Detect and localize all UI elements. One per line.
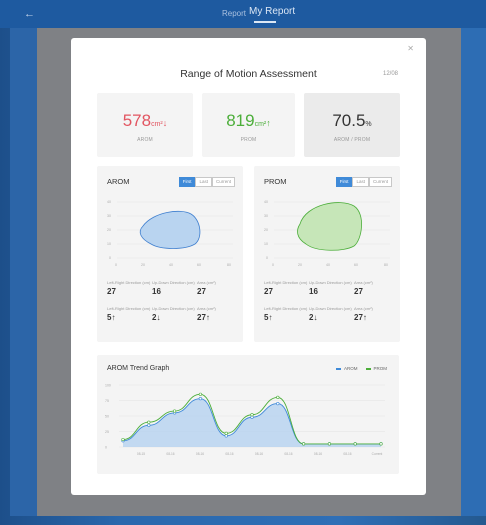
modal-title: Range of Motion Assessment — [180, 68, 317, 80]
prom-y-tick: 40 — [264, 200, 268, 204]
data-point-prom — [147, 420, 151, 424]
trend-legend: AROM PROM — [328, 366, 387, 371]
tab-my-report[interactable]: My Report — [249, 6, 295, 17]
data-point-prom — [302, 442, 306, 446]
prom-shape — [297, 202, 362, 251]
prom-x-tick: 40 — [326, 263, 330, 267]
x-tick-label: Current — [372, 452, 383, 456]
ratio-value: 70.5% — [332, 111, 372, 130]
stat-card-arom: 578cm²↓ AROM — [97, 93, 193, 157]
arom-label: AROM — [137, 137, 153, 143]
back-arrow-icon[interactable]: ← — [24, 8, 35, 20]
segment-first[interactable]: First — [335, 177, 353, 187]
data-point-prom — [327, 442, 331, 446]
y-tick-label: 75 — [105, 399, 109, 403]
arom-y-tick: 40 — [107, 200, 111, 204]
data-point-arom — [276, 402, 280, 406]
tab-active-indicator — [254, 21, 276, 23]
trend-chart: 100 75 50 25 0 08-15 08-16 08-16 08-16 08-16 08-16… — [105, 384, 385, 456]
stat-card-ratio: 70.5% AROM / PROM — [304, 93, 400, 157]
segment-last[interactable]: Last — [352, 177, 369, 187]
legend-prom: PROM — [365, 366, 387, 371]
arom-x-tick: 80 — [227, 263, 231, 267]
background-edge-right — [461, 28, 486, 516]
stat-card-prom: 819cm²↑ PROM — [202, 93, 295, 157]
ratio-label: AROM / PROM — [333, 137, 371, 143]
arom-x-tick: 40 — [169, 263, 173, 267]
arom-y-tick: 0 — [109, 256, 111, 260]
segment-current[interactable]: Current — [368, 177, 392, 187]
prom-metrics-row2: Left-Right Direction (cm) 5↑ Up-Down Dire… — [264, 306, 373, 322]
prom-y-tick: 10 — [264, 242, 268, 246]
prom-x-tick: 0 — [272, 263, 274, 267]
data-point-prom — [172, 409, 177, 413]
tab-report[interactable]: Report — [222, 9, 246, 18]
arom-panel-title: AROM — [107, 177, 130, 186]
data-point-prom — [121, 437, 125, 442]
legend-arom: AROM — [336, 366, 358, 371]
y-tick-label: 0 — [105, 446, 107, 450]
data-point-prom — [224, 431, 228, 435]
x-tick-label: 08-16 — [225, 452, 233, 456]
arom-segment-control: First Last Current — [178, 177, 235, 187]
close-icon[interactable]: ✕ — [407, 44, 414, 53]
prom-panel: PROM First Last Current 40 30 20 10 0 0 … — [254, 166, 400, 342]
prom-x-tick: 20 — [298, 263, 302, 267]
x-tick-label: 08-16 — [255, 452, 263, 456]
data-point-prom — [198, 392, 202, 396]
x-tick-label: 08-16 — [284, 452, 292, 456]
arom-area — [123, 398, 381, 447]
arom-shape-plot: 40 30 20 10 0 0 20 40 60 80 — [107, 200, 233, 267]
x-tick-label: 08-16 — [166, 452, 174, 456]
arom-x-tick: 60 — [197, 263, 201, 267]
prom-y-tick: 30 — [264, 214, 268, 218]
prom-label: PROM — [240, 137, 257, 143]
trend-title: AROM Trend Graph — [107, 365, 170, 372]
prom-x-tick: 80 — [384, 263, 388, 267]
y-tick-label: 50 — [105, 415, 109, 419]
data-point-prom — [250, 413, 254, 417]
report-modal: ✕ Range of Motion Assessment 12/08 578cm… — [71, 38, 426, 495]
prom-y-tick: 0 — [266, 256, 268, 260]
arom-x-tick: 0 — [115, 263, 117, 267]
x-tick-label: 08-15 — [137, 452, 145, 456]
x-tick-label: 08-16 — [314, 452, 322, 456]
report-date: 12/08 — [382, 71, 398, 77]
data-point-arom — [198, 397, 202, 401]
segment-first[interactable]: First — [178, 177, 196, 187]
prom-metrics-row1: Left-Right Direction (cm) 27 Up-Down Dire… — [264, 280, 373, 296]
arom-y-tick: 10 — [107, 242, 111, 246]
prom-y-tick: 20 — [264, 228, 268, 232]
x-tick-label: 08-16 — [343, 452, 351, 456]
data-point-prom — [276, 395, 280, 400]
prom-x-tick: 60 — [354, 263, 358, 267]
prom-panel-title: PROM — [264, 177, 287, 186]
arom-shape — [139, 210, 201, 249]
app-header: ← Report My Report — [0, 0, 486, 28]
trend-card: AROM Trend Graph AROM PROM 100 75 50 25 0 08-… — [97, 355, 399, 474]
arom-metrics-row2: Left-Right Direction (cm) 5↑ Up-Down Dire… — [107, 306, 216, 322]
segment-last[interactable]: Last — [195, 177, 212, 187]
arom-y-tick: 20 — [107, 228, 111, 232]
background-edge-left — [10, 28, 37, 516]
x-tick-label: 08-16 — [196, 452, 204, 456]
arom-x-tick: 20 — [141, 263, 145, 267]
arom-value: 578cm²↓ — [122, 111, 168, 130]
arom-metrics-row1: Left-Right Direction (cm) 27 Up-Down Dire… — [107, 280, 216, 296]
prom-segment-control: First Last Current — [335, 177, 392, 187]
data-point-arom — [147, 423, 151, 427]
y-tick-label: 25 — [105, 430, 109, 434]
prom-shape-plot: 40 30 20 10 0 0 20 40 60 80 — [264, 200, 390, 267]
arom-y-tick: 30 — [107, 214, 111, 218]
data-point-prom — [353, 442, 357, 446]
data-point-prom — [379, 442, 383, 446]
segment-current[interactable]: Current — [211, 177, 235, 187]
prom-value: 819cm²↑ — [226, 111, 271, 130]
y-tick-label: 100 — [105, 384, 111, 388]
arom-panel: AROM First Last Current 40 30 20 10 0 0 … — [97, 166, 243, 342]
